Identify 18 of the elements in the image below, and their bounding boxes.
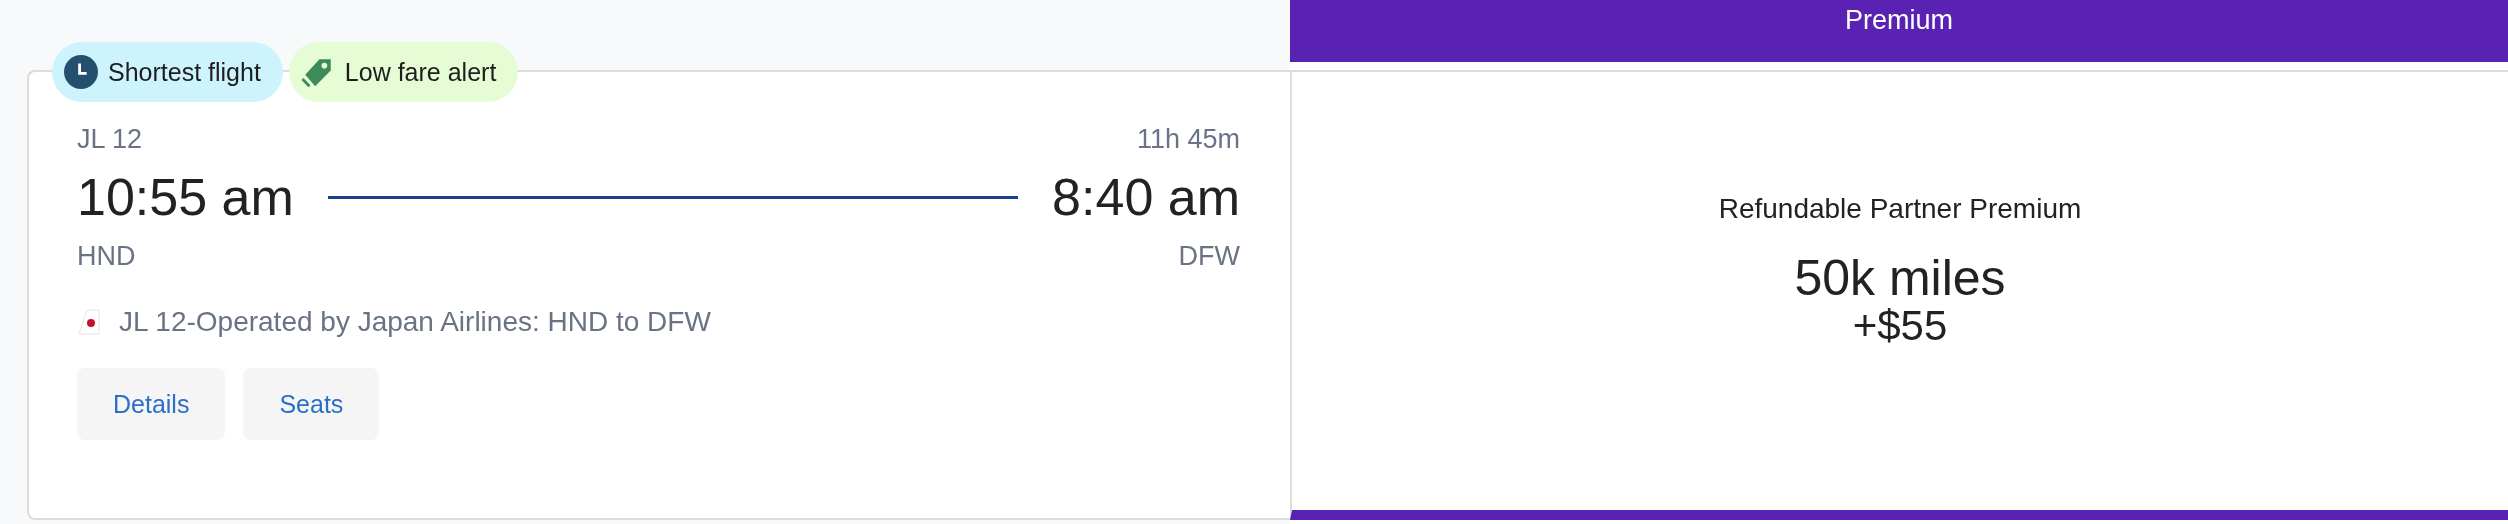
- arrival-time: 8:40 am: [1052, 167, 1240, 227]
- flight-badge: Shortest flight: [52, 42, 283, 102]
- clock-icon: [64, 55, 98, 89]
- fare-miles: 50k miles: [1794, 252, 2006, 303]
- cabin-header: Premium: [1290, 0, 2508, 62]
- operated-by-text: JL 12-Operated by Japan Airlines: HND to DFW: [119, 306, 711, 338]
- airline-tail-icon: [77, 308, 101, 336]
- fare-price: +$55: [1852, 302, 1948, 350]
- departure-time: 10:55 am: [77, 167, 294, 227]
- flight-action-button[interactable]: Details: [77, 368, 226, 440]
- flight-action-button[interactable]: Seats: [243, 368, 380, 440]
- flight-number: JL 12: [77, 124, 143, 155]
- flight-duration: 11h 45m: [1136, 124, 1240, 155]
- fare-option[interactable]: Refundable Partner Premium 50k miles +$55: [1290, 70, 2508, 520]
- flight-badge: Low fare alert: [288, 42, 519, 102]
- fare-name: Refundable Partner Premium: [1718, 192, 2082, 225]
- destination-airport: DFW: [1178, 241, 1240, 272]
- origin-airport: HND: [77, 241, 136, 272]
